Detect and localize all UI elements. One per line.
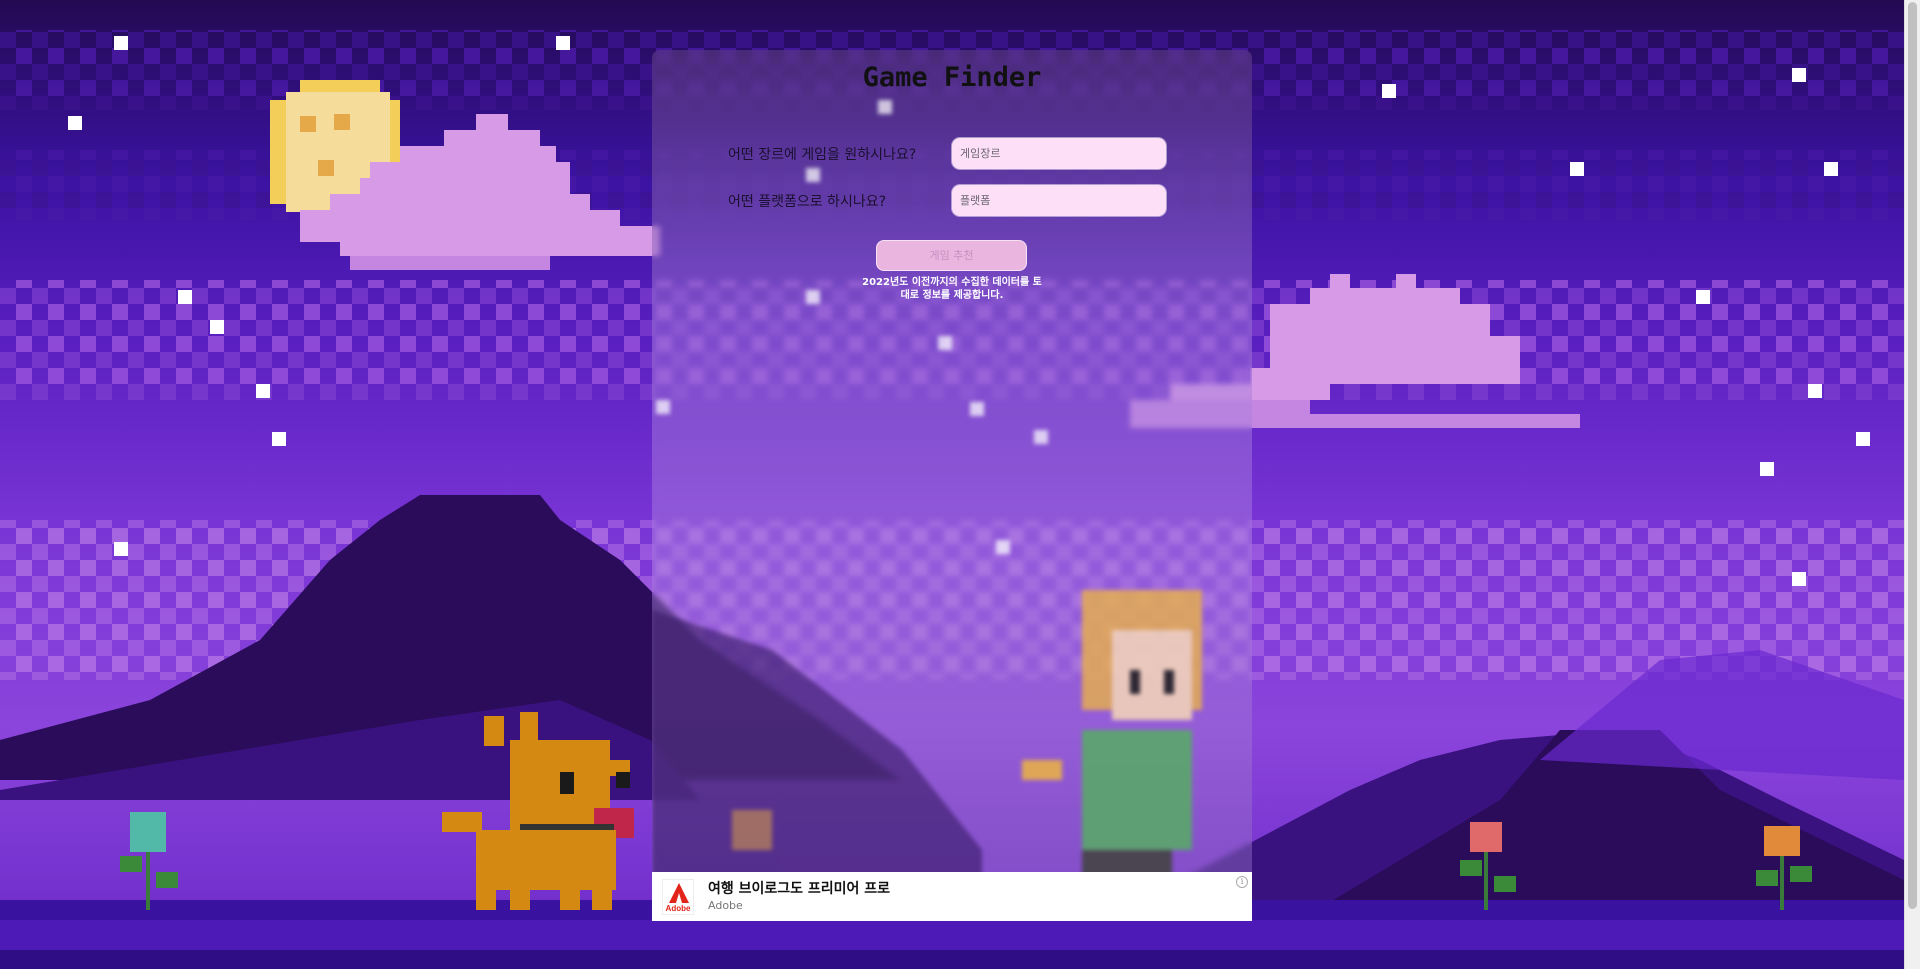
platform-input[interactable] bbox=[952, 185, 1166, 216]
ad-banner[interactable]: Adobe 여행 브이로그도 프리미어 프로 Adobe i bbox=[652, 872, 1252, 921]
panel-blurred-scene bbox=[652, 50, 1252, 921]
genre-question-label: 어떤 장르에 게임을 원하시나요? bbox=[728, 147, 917, 163]
data-source-note: 2022년도 이전까지의 수집한 데이터를 토대로 정보를 제공합니다. bbox=[862, 277, 1042, 301]
page-scrollbar[interactable] bbox=[1904, 0, 1920, 969]
info-icon[interactable]: i bbox=[1236, 876, 1248, 888]
adobe-logo-icon: Adobe bbox=[662, 879, 694, 915]
scrollbar-thumb[interactable] bbox=[1908, 2, 1917, 909]
recommend-game-button[interactable]: 게임 추천 bbox=[876, 240, 1027, 271]
ad-advertiser: Adobe bbox=[708, 899, 743, 912]
genre-input[interactable] bbox=[952, 138, 1166, 169]
platform-question-label: 어떤 플랫폼으로 하시나요? bbox=[728, 194, 887, 210]
ad-title[interactable]: 여행 브이로그도 프리미어 프로 bbox=[708, 878, 890, 898]
game-finder-panel: Game Finder 어떤 장르에 게임을 원하시나요? 어떤 플랫폼으로 하… bbox=[652, 50, 1252, 921]
page-title: Game Finder bbox=[862, 62, 1042, 93]
